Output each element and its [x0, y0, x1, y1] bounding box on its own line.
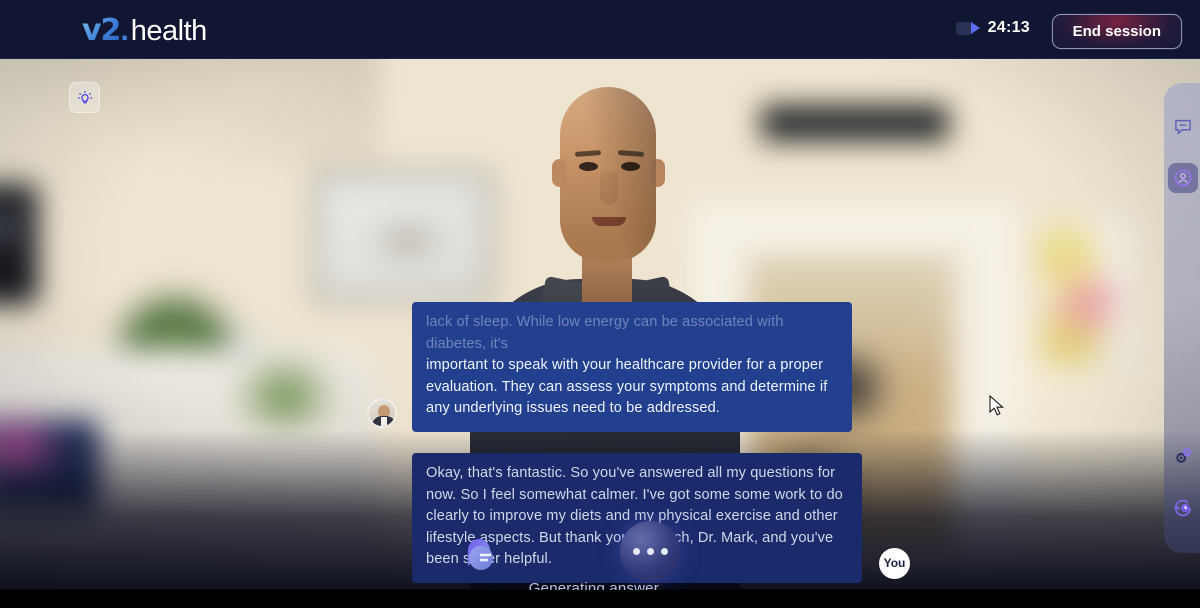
agent-bubble: lack of sleep. While low energy can be a… [412, 302, 852, 432]
video-consultation-app: v2 . health 24:13 End session lack of sl… [0, 0, 1200, 608]
agent-message-faded-line: lack of sleep. While low energy can be a… [426, 314, 784, 352]
bottom-letterbox [0, 590, 1200, 608]
chat-message-icon[interactable] [1168, 111, 1198, 141]
ellipsis-icon [632, 547, 640, 555]
timer-value: 24:13 [987, 19, 1030, 36]
user-profile-icon[interactable] [1168, 163, 1198, 193]
hint-button[interactable] [69, 82, 100, 113]
side-panel[interactable] [1164, 83, 1200, 553]
top-bar: v2 . health 24:13 End session [0, 0, 1200, 59]
app-logo[interactable]: v2 . health [82, 13, 207, 48]
chat-message-agent: lack of sleep. While low energy can be a… [367, 302, 852, 432]
video-camera-icon [955, 21, 980, 36]
logo-mark: v2 [82, 13, 121, 48]
agent-message-text: important to speak with your healthcare … [426, 357, 828, 416]
logo-dot: . [120, 14, 129, 47]
logo-name: health [130, 15, 208, 47]
lightbulb-icon [77, 90, 92, 103]
session-timer: 24:13 [955, 19, 1030, 37]
doctor-avatar [367, 397, 397, 428]
mouse-cursor [989, 395, 1005, 416]
end-session-button[interactable]: End session [1051, 14, 1182, 49]
more-options-button[interactable] [620, 521, 680, 581]
settings-gear-icon[interactable] [1168, 441, 1198, 471]
chat-bubble-icon[interactable] [464, 534, 510, 574]
